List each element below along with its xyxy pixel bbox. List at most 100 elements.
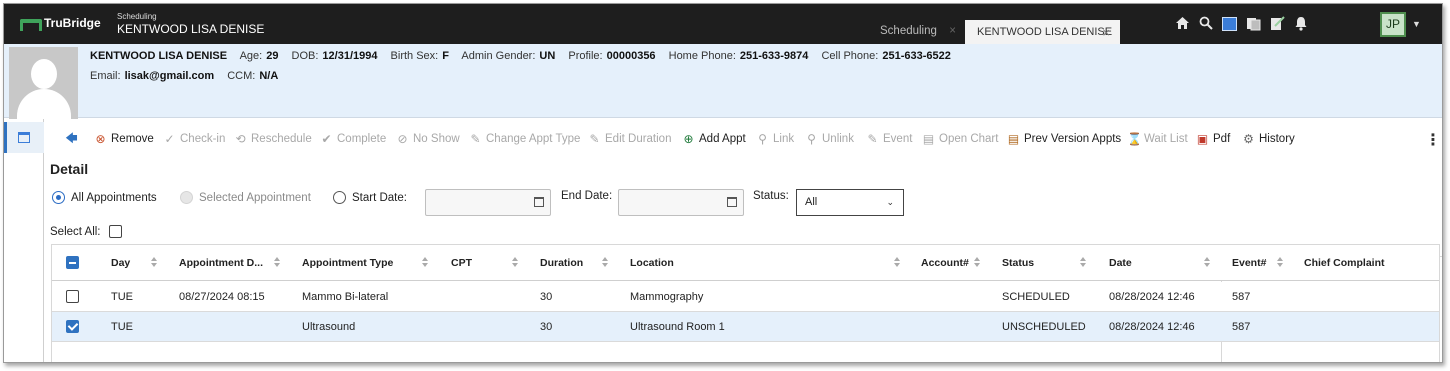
table-row[interactable]: TUE 08/27/2024 08:15 Mammo Bi-lateral 30… [52, 282, 1439, 312]
add-appt-button[interactable]: ⊕ Add Appt [682, 132, 745, 146]
wait-list-button[interactable]: ⌛ Wait List [1127, 132, 1188, 146]
status-select-value: All [805, 196, 818, 208]
rail-appointments-button[interactable] [4, 122, 44, 153]
cell-duration: 30 [540, 320, 553, 333]
column-header-status[interactable]: Status [1002, 245, 1034, 280]
sort-icon[interactable] [422, 257, 429, 269]
column-header-event[interactable]: Event# [1232, 245, 1266, 280]
note-icon[interactable] [1269, 16, 1285, 32]
remove-button[interactable]: ⊗ Remove [94, 132, 154, 146]
user-avatar[interactable]: JP [1380, 12, 1406, 37]
pdf-button[interactable]: ▣ Pdf [1196, 132, 1230, 146]
bell-icon[interactable] [1293, 16, 1309, 32]
column-header-account[interactable]: Account# [921, 245, 969, 280]
sort-icon[interactable] [894, 257, 901, 269]
radio-selected-icon [52, 191, 65, 204]
remove-label: Remove [111, 133, 154, 145]
row-checkbox[interactable] [66, 290, 79, 303]
left-rail [4, 119, 44, 362]
chart-icon: ▤ [922, 132, 935, 146]
sort-icon[interactable] [1204, 257, 1211, 269]
column-header-cpt[interactable]: CPT [451, 245, 472, 280]
sort-icon[interactable] [1080, 257, 1087, 269]
header-select-checkbox[interactable] [66, 256, 79, 269]
reschedule-label: Reschedule [251, 133, 312, 145]
pdf-icon: ▣ [1196, 132, 1209, 146]
detail-heading: Detail [50, 161, 89, 177]
sort-icon[interactable] [974, 257, 981, 269]
close-icon[interactable]: × [1102, 20, 1110, 45]
prev-version-appts-button[interactable]: ▤ Prev Version Appts [1007, 132, 1121, 146]
avatar-head-shape [31, 59, 57, 89]
column-header-date[interactable]: Date [1109, 245, 1132, 280]
more-options-icon[interactable]: ⋮ [1425, 130, 1441, 150]
brand-logo[interactable]: TruBridge [20, 16, 101, 31]
home-icon[interactable] [1174, 16, 1190, 32]
row-checkbox[interactable] [66, 320, 79, 333]
cell-day: TUE [111, 320, 133, 333]
sort-icon[interactable] [274, 257, 281, 269]
reschedule-button[interactable]: ⟲ Reschedule [234, 132, 312, 146]
radio-selected-appointment[interactable]: Selected Appointment [180, 191, 311, 204]
no-show-button[interactable]: ⊘ No Show [396, 132, 459, 146]
remove-icon: ⊗ [95, 132, 106, 146]
top-bar: TruBridge Scheduling KENTWOOD LISA DENIS… [4, 4, 1442, 362]
history-icon: ⚙ [1243, 132, 1254, 146]
column-header-location[interactable]: Location [630, 245, 674, 280]
event-button[interactable]: ✎ Event [866, 132, 912, 146]
column-header-day[interactable]: Day [111, 245, 130, 280]
status-select[interactable]: All ⌄ [796, 189, 904, 216]
back-arrow-icon: 🡄 [65, 130, 78, 145]
prev-version-icon: ▤ [1007, 132, 1020, 146]
radio-all-appointments[interactable]: All Appointments [52, 191, 157, 204]
tab-patient[interactable]: KENTWOOD LISA DENISE × [965, 20, 1120, 45]
sort-icon[interactable] [1277, 257, 1284, 269]
edit-icon: ✎ [470, 132, 481, 146]
unlink-button[interactable]: ⚲ Unlink [805, 132, 854, 146]
column-header-duration[interactable]: Duration [540, 245, 583, 280]
calendar-icon[interactable] [1222, 17, 1237, 31]
tab-scheduling[interactable]: Scheduling × [870, 20, 962, 44]
pdf-label: Pdf [1213, 133, 1231, 145]
profile-value: 00000356 [606, 50, 656, 62]
table-row[interactable]: TUE Ultrasound 30 Ultrasound Room 1 UNSC… [52, 312, 1439, 342]
search-icon[interactable] [1198, 16, 1214, 32]
open-chart-button[interactable]: ▤ Open Chart [922, 132, 999, 146]
cell-appointment-type: Mammo Bi-lateral [302, 290, 389, 303]
patient-info-line-1: KENTWOOD LISA DENISE Age: 29 DOB: 12/31/19… [90, 50, 961, 62]
tab-patient-label: KENTWOOD LISA DENISE [977, 26, 1113, 38]
complete-button[interactable]: ✔ Complete [320, 132, 386, 146]
sort-icon[interactable] [512, 257, 519, 269]
context-patient: KENTWOOD LISA DENISE [117, 22, 265, 36]
event-label: Event [883, 133, 913, 145]
column-header-chief-complaint[interactable]: Chief Complaint [1304, 245, 1385, 280]
end-date-label: End Date: [561, 190, 613, 202]
top-icon-bar [1174, 16, 1442, 362]
calendar-icon[interactable] [534, 197, 544, 207]
admin-gender-value: UN [539, 50, 556, 62]
email-value: lisak@gmail.com [124, 70, 215, 82]
history-button[interactable]: ⚙ History [1242, 132, 1295, 146]
radio-disabled-icon [180, 191, 193, 204]
cell-phone-label: Cell Phone: [821, 50, 879, 62]
calendar-icon[interactable] [727, 197, 737, 207]
change-appt-type-button[interactable]: ✎ Change Appt Type [469, 132, 580, 146]
check-in-button[interactable]: ✓ Check-in [163, 132, 225, 146]
column-header-appointment-date[interactable]: Appointment D... [179, 245, 263, 280]
document-icon[interactable] [1245, 16, 1261, 32]
sort-icon[interactable] [151, 257, 158, 269]
link-button[interactable]: ⚲ Link [756, 132, 794, 146]
cell-appointment-date: 08/27/2024 08:15 [179, 290, 265, 303]
close-icon[interactable]: × [949, 20, 956, 42]
radio-start-date[interactable]: Start Date: [333, 191, 407, 204]
sort-icon[interactable] [602, 257, 609, 269]
chevron-down-icon[interactable]: ▼ [1412, 19, 1421, 29]
end-date-input[interactable] [618, 189, 744, 216]
ccm-value: N/A [259, 70, 279, 82]
select-all-checkbox[interactable] [108, 225, 122, 238]
column-header-appointment-type[interactable]: Appointment Type [302, 245, 393, 280]
edit-duration-button[interactable]: ✎ Edit Duration [588, 132, 671, 146]
cell-appointment-type: Ultrasound [302, 320, 356, 333]
back-button[interactable]: 🡄 [65, 131, 78, 146]
start-date-input[interactable] [425, 189, 551, 216]
